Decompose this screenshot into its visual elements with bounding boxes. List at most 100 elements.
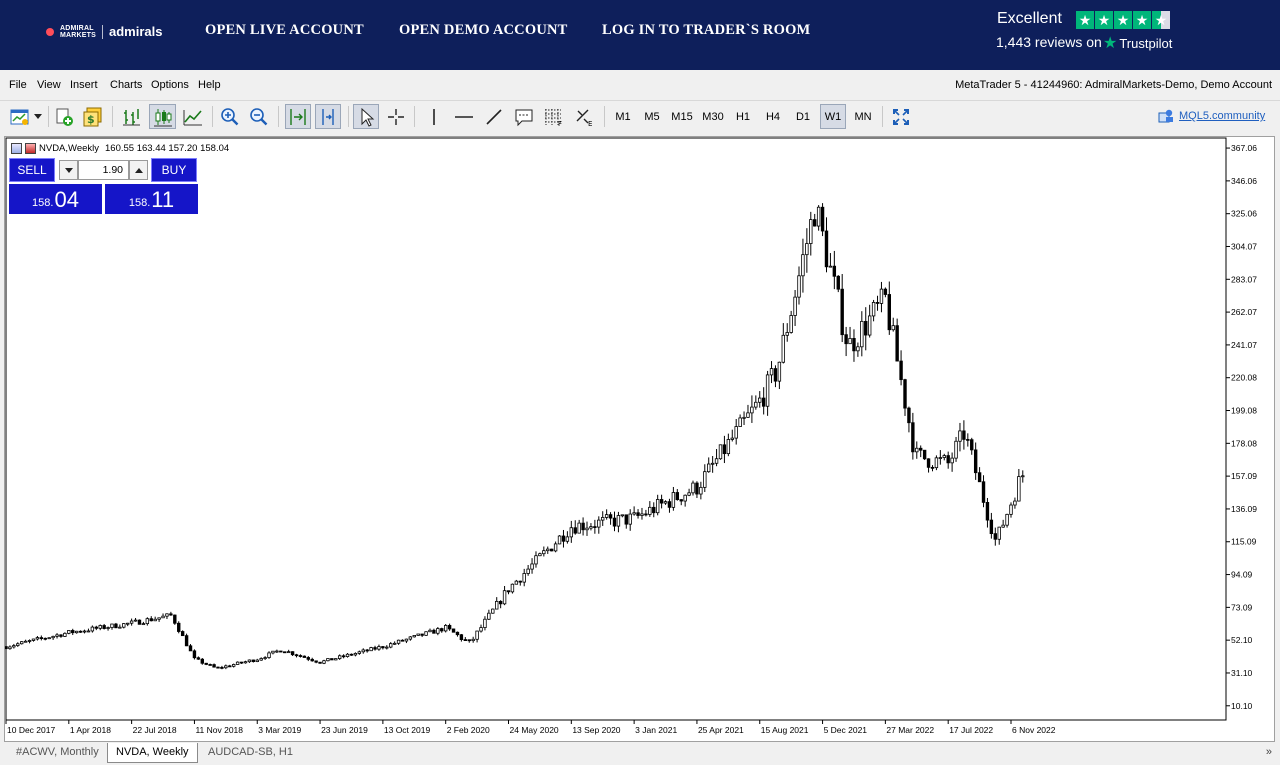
bear-candle <box>895 325 899 362</box>
bull-candle <box>553 543 558 552</box>
bear-candle <box>636 512 640 516</box>
timeframe-m30[interactable]: M30 <box>698 104 728 129</box>
y-tick-label: 304.07 <box>1231 241 1257 251</box>
svg-text:$: $ <box>87 113 95 126</box>
trustpilot-star-icon: ★ <box>1103 35 1118 52</box>
chart-shift-icon[interactable] <box>315 104 341 129</box>
bull-candle <box>718 444 723 460</box>
bear-candle <box>177 622 181 632</box>
text-label-icon[interactable] <box>512 104 536 129</box>
toolbar-separator <box>112 106 113 127</box>
toolbar-separator <box>348 106 349 127</box>
objects-icon[interactable]: E <box>573 104 597 129</box>
timeframe-w1[interactable]: W1 <box>820 104 846 129</box>
horizontal-line-icon[interactable] <box>452 104 476 129</box>
crosshair-icon[interactable] <box>384 104 408 129</box>
fibonacci-icon[interactable]: F <box>542 104 566 129</box>
open-live-account-link[interactable]: OPEN LIVE ACCOUNT <box>205 22 364 39</box>
bear-candle <box>864 320 868 336</box>
timeframe-h1[interactable]: H1 <box>730 104 756 129</box>
bull-candle <box>31 638 36 641</box>
bear-candle <box>310 658 314 662</box>
volume-input[interactable]: 1.90 <box>78 160 129 180</box>
open-demo-account-link[interactable]: OPEN DEMO ACCOUNT <box>399 22 568 39</box>
tabs-scroll-button[interactable]: » <box>1266 746 1272 758</box>
menu-help[interactable]: Help <box>198 79 221 91</box>
bear-candle <box>349 653 354 656</box>
tab-audcad-h1[interactable]: AUDCAD-SB, H1 <box>200 743 301 763</box>
auto-scroll-icon[interactable] <box>285 104 311 129</box>
svg-text:F: F <box>558 120 562 127</box>
timeframe-m15[interactable]: M15 <box>667 104 697 129</box>
menu-view[interactable]: View <box>37 79 61 91</box>
bull-candle <box>243 661 248 664</box>
mql5-community-link[interactable]: MQL5.community <box>1158 109 1265 123</box>
bull-candle <box>286 651 291 654</box>
chart-tabs: #ACWV, Monthly NVDA, Weekly AUDCAD-SB, H… <box>0 742 1280 765</box>
candlestick-icon[interactable] <box>149 104 176 129</box>
bar-chart-icon[interactable] <box>119 104 143 129</box>
menu-insert[interactable]: Insert <box>70 79 98 91</box>
timeframe-mn[interactable]: MN <box>850 104 876 129</box>
zoom-in-icon[interactable] <box>218 104 242 129</box>
cursor-icon[interactable] <box>353 104 379 129</box>
y-tick-label: 31.10 <box>1231 668 1253 678</box>
chart-window-icon[interactable] <box>11 143 22 154</box>
bear-candle <box>318 661 322 664</box>
bull-candle <box>726 439 731 455</box>
bid-price[interactable]: 158. 04 <box>9 184 102 214</box>
bull-candle <box>110 623 114 628</box>
bull-candle <box>793 296 797 316</box>
bear-candle <box>652 506 656 514</box>
dropdown-arrow-icon[interactable] <box>32 104 44 129</box>
bull-candle <box>357 651 362 654</box>
bull-candle <box>259 658 263 661</box>
volume-up-icon <box>134 167 143 173</box>
fullscreen-icon[interactable] <box>889 104 913 129</box>
bear-candle <box>216 666 220 669</box>
bull-candle <box>1005 513 1009 526</box>
bull-candle <box>1009 504 1013 515</box>
timeframe-h4[interactable]: H4 <box>760 104 786 129</box>
bear-candle <box>498 600 503 605</box>
y-tick-label: 136.09 <box>1231 504 1257 514</box>
bear-candle <box>59 634 63 637</box>
bull-candle <box>565 536 570 542</box>
buy-button[interactable]: BUY <box>151 158 197 182</box>
trader-room-login-link[interactable]: LOG IN TO TRADER`S ROOM <box>602 22 810 39</box>
vertical-line-icon[interactable] <box>424 104 444 129</box>
tab-nvda-weekly[interactable]: NVDA, Weekly <box>107 743 198 763</box>
sell-button[interactable]: SELL <box>9 158 55 182</box>
bear-candle <box>962 430 966 440</box>
bull-candle <box>777 361 782 382</box>
ask-price[interactable]: 158. 11 <box>105 184 198 214</box>
algo-trading-icon[interactable]: $ <box>81 104 105 129</box>
timeframe-m5[interactable]: M5 <box>639 104 665 129</box>
line-chart-icon[interactable] <box>181 104 205 129</box>
price-chart[interactable]: 367.06 346.06 325.06 304.07 283.07 262.07 241.… <box>5 137 1276 743</box>
trendline-icon[interactable] <box>483 104 505 129</box>
admirals-logo[interactable]: ADMIRAL MARKETS admirals <box>46 24 162 39</box>
bear-candle <box>930 466 935 469</box>
menu-options[interactable]: Options <box>151 79 189 91</box>
menu-charts[interactable]: Charts <box>110 79 142 91</box>
bull-candle <box>742 416 746 419</box>
trustpilot-review-count[interactable]: 1,443 reviews on <box>996 34 1102 50</box>
timeframe-d1[interactable]: D1 <box>790 104 816 129</box>
bull-candle <box>67 630 71 634</box>
timeframe-m1[interactable]: M1 <box>610 104 636 129</box>
volume-decrease-button[interactable] <box>59 160 78 180</box>
bear-candle <box>824 230 829 268</box>
trustpilot-brand[interactable]: ★ Trustpilot <box>1103 33 1172 53</box>
bull-candle <box>699 486 703 495</box>
bull-candle <box>867 315 872 336</box>
volume-increase-button[interactable] <box>129 160 148 180</box>
tab-acwv-monthly[interactable]: #ACWV, Monthly <box>8 743 107 763</box>
new-chart-icon[interactable] <box>8 104 32 129</box>
bear-candle <box>169 613 173 616</box>
chart-properties-icon[interactable] <box>25 143 36 154</box>
zoom-out-icon[interactable] <box>247 104 271 129</box>
chart-window[interactable]: 367.06 346.06 325.06 304.07 283.07 262.07 241.… <box>4 136 1275 742</box>
new-order-icon[interactable] <box>52 104 76 129</box>
menu-file[interactable]: File <box>9 79 27 91</box>
